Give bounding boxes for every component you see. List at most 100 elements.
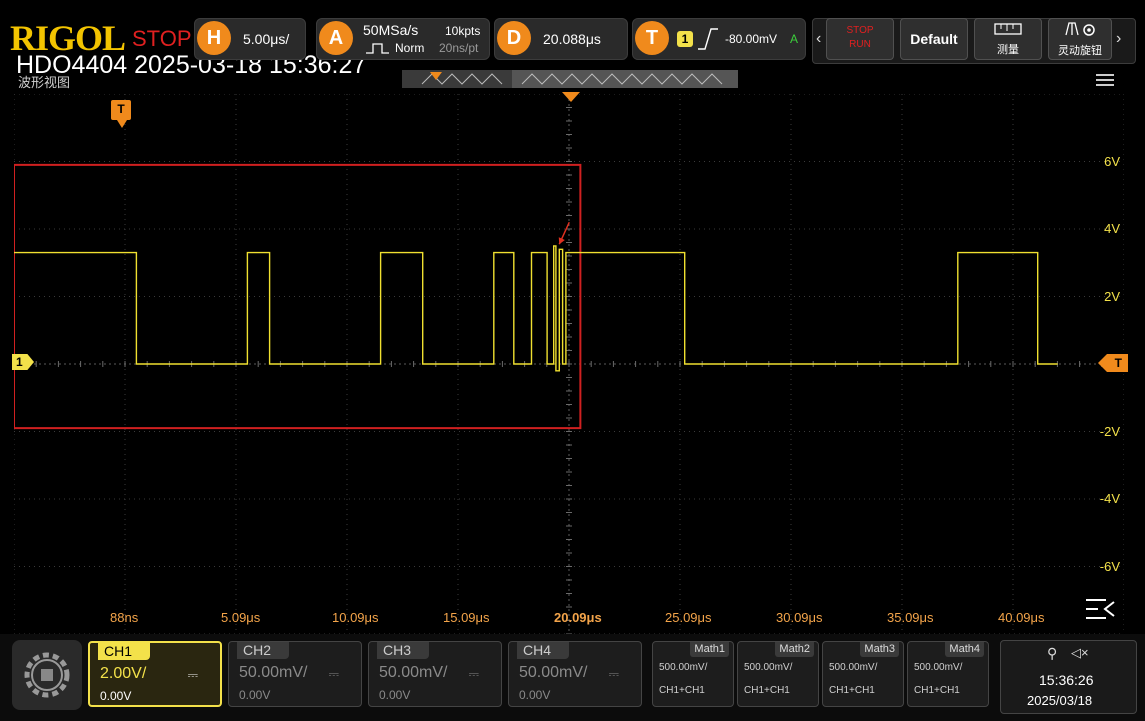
run-state-indicator[interactable]: STOP	[132, 26, 192, 52]
trigger-position-label: T	[117, 102, 125, 116]
math-name: Math2	[775, 642, 814, 657]
status-date: 2025/03/18	[1027, 693, 1093, 708]
math-name: Math3	[860, 642, 899, 657]
y-tick-label: -2V	[1099, 423, 1120, 439]
channel-scale: 50.00mV/	[239, 664, 308, 681]
trigger-control[interactable]: T 1 -80.00mV A	[632, 18, 806, 60]
home-button[interactable]	[12, 640, 82, 710]
highlight-box	[14, 163, 582, 430]
math-scale: 500.00mV/	[744, 662, 793, 673]
dc-coupling-icon: ⎓	[187, 667, 198, 682]
x-tick-label: 20.09μs	[554, 610, 602, 625]
math-scale: 500.00mV/	[659, 662, 708, 673]
channel-name: CH1	[98, 643, 150, 660]
trigger-level: -80.00mV	[725, 32, 778, 46]
toolbar-left-arrow-icon[interactable]: ‹	[816, 30, 821, 48]
default-label: Default	[910, 31, 958, 47]
x-tick-label: 30.09μs	[776, 610, 823, 625]
menu-icon[interactable]	[1096, 72, 1114, 89]
math-box-2[interactable]: Math2 500.00mV/CH1+CH1	[737, 641, 819, 707]
channel-scale: 50.00mV/	[519, 664, 588, 681]
dc-coupling-icon: ⎓	[608, 666, 619, 681]
measure-label: 测量	[997, 44, 1019, 56]
math-box-4[interactable]: Math4 500.00mV/CH1+CH1	[907, 641, 989, 707]
channel-box-ch4[interactable]: CH4 50.00mV/ ⎓ 0.00V	[508, 641, 642, 707]
acquire-control[interactable]: A 50MSa/s Norm 10kpts 20ns/pt	[316, 18, 490, 60]
math-box-1[interactable]: Math1 500.00mV/CH1+CH1	[652, 641, 734, 707]
y-tick-label: -6V	[1099, 558, 1120, 574]
collapse-menu-icon[interactable]	[1084, 596, 1116, 622]
smart-knob-label: 灵动旋钮	[1058, 45, 1102, 57]
status-panel: ⚲ ◁× 15:36:26 2025/03/18	[1000, 640, 1137, 714]
channel-name: CH2	[237, 642, 289, 659]
stop-run-button[interactable]: STOP RUN	[826, 18, 894, 60]
trigger-position-arrow-icon	[117, 120, 127, 128]
x-tick-label: 40.09μs	[998, 610, 1045, 625]
math-formula: CH1+CH1	[914, 685, 960, 696]
memory-overview-bar[interactable]	[402, 70, 738, 88]
channel-scale: 2.00V/	[100, 665, 147, 682]
default-button[interactable]: Default	[900, 18, 968, 60]
time-resolution: 20ns/pt	[439, 41, 479, 55]
channel-name: CH3	[377, 642, 429, 659]
channel-name: CH4	[517, 642, 569, 659]
channel-offset: 0.00V	[239, 688, 271, 702]
y-tick-label: 2V	[1104, 288, 1120, 304]
x-tick-label: 10.09μs	[332, 610, 379, 625]
horizontal-control[interactable]: H 5.00μs/	[194, 18, 306, 60]
dc-coupling-icon: ⎓	[468, 666, 479, 681]
math-box-3[interactable]: Math3 500.00mV/CH1+CH1	[822, 641, 904, 707]
y-tick-label: 4V	[1104, 221, 1120, 236]
waveform-display[interactable]	[14, 94, 1124, 634]
x-tick-label: 25.09μs	[665, 610, 712, 625]
horizontal-badge: H	[197, 21, 231, 55]
acquire-badge: A	[319, 21, 353, 55]
trigger-position-marker[interactable]: T	[111, 100, 131, 120]
math-name: Math1	[690, 642, 729, 657]
stop-run-label: STOP RUN	[846, 25, 874, 50]
math-formula: CH1+CH1	[744, 685, 790, 696]
trigger-source-badge: 1	[677, 31, 693, 47]
smart-knob-icon	[1065, 22, 1095, 36]
center-marker-icon[interactable]	[562, 92, 580, 102]
status-time: 15:36:26	[1039, 672, 1094, 688]
math-name: Math4	[945, 642, 984, 657]
timebase-value: 5.00μs/	[243, 31, 290, 47]
delay-control[interactable]: D 20.088μs	[494, 18, 628, 60]
toolbar-right-arrow-icon[interactable]: ›	[1116, 30, 1121, 48]
dc-coupling-icon: ⎓	[328, 666, 339, 681]
ruler-icon	[994, 23, 1022, 35]
math-scale: 500.00mV/	[914, 662, 963, 673]
trigger-level-label: T	[1114, 356, 1122, 370]
acquire-mode-icon	[366, 43, 389, 54]
y-tick-label: 6V	[1104, 153, 1120, 169]
measure-button[interactable]: 测量	[974, 18, 1042, 60]
channel-offset: 0.00V	[100, 689, 132, 703]
channel-scale: 50.00mV/	[379, 664, 448, 681]
delay-value: 20.088μs	[543, 31, 601, 47]
sample-rate: 50MSa/s	[363, 22, 419, 38]
channel-box-ch1[interactable]: CH1 2.00V/ ⎓ 0.00V	[88, 641, 222, 707]
y-tick-label: -4V	[1099, 491, 1120, 506]
x-tick-label: 5.09μs	[221, 610, 261, 625]
x-tick-label: 15.09μs	[443, 610, 490, 625]
math-formula: CH1+CH1	[829, 685, 875, 696]
annotation-arrow	[558, 221, 570, 245]
memory-depth: 10kpts	[445, 24, 481, 38]
smart-knob-button[interactable]: 灵动旋钮	[1048, 18, 1112, 60]
channel-box-ch3[interactable]: CH3 50.00mV/ ⎓ 0.00V	[368, 641, 502, 707]
channel-offset: 0.00V	[519, 688, 551, 702]
view-title: 波形视图	[18, 75, 71, 90]
gear-icon	[24, 652, 70, 698]
trigger-sweep: A	[790, 32, 799, 46]
x-tick-label: 88ns	[110, 610, 139, 625]
ch1-trace	[14, 245, 1058, 372]
acquire-mode: Norm	[395, 41, 425, 55]
math-scale: 500.00mV/	[829, 662, 878, 673]
channel-offset: 0.00V	[379, 688, 411, 702]
math-formula: CH1+CH1	[659, 685, 705, 696]
channel-box-ch2[interactable]: CH2 50.00mV/ ⎓ 0.00V	[228, 641, 362, 707]
ch1-ground-label: 1	[16, 355, 23, 369]
mute-icon[interactable]: ◁×	[1071, 645, 1089, 661]
x-tick-label: 35.09μs	[887, 610, 934, 625]
